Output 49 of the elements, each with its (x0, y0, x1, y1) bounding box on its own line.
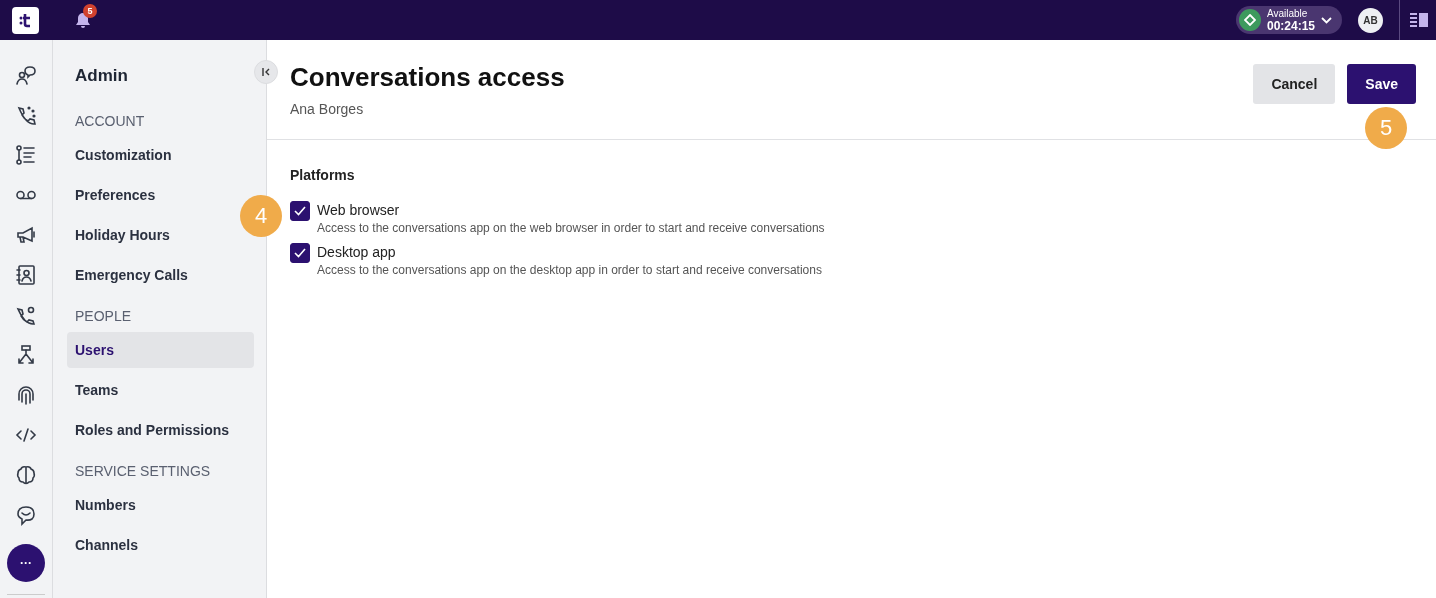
step-marker: 4 (240, 195, 282, 237)
panel-toggle-icon[interactable] (1410, 13, 1428, 27)
person-speech-icon[interactable] (15, 64, 37, 86)
sidebar-title: Admin (74, 66, 129, 86)
save-button[interactable]: Save (1347, 64, 1416, 104)
sidebar-item[interactable]: Channels (67, 527, 146, 563)
sidebar-item[interactable]: Emergency Calls (67, 257, 196, 293)
checkbox[interactable] (290, 243, 310, 263)
collapse-button[interactable] (254, 60, 278, 84)
section-heading: Platforms (290, 167, 356, 183)
section-heading: SERVICE SETTINGS (74, 463, 212, 480)
check-icon (294, 248, 306, 258)
option-description: Access to the conversations app on the desktop app in order to start and receive conversations (317, 263, 822, 277)
logo-icon[interactable] (12, 6, 39, 34)
available-status-icon (1238, 9, 1261, 31)
status-timer: 00:24:15 (1266, 19, 1315, 32)
sidebar-item[interactable]: Users (67, 332, 254, 368)
sidebar-item[interactable]: Preferences (67, 177, 164, 213)
page-title: Conversations access (290, 62, 565, 93)
option-label: Web browser (317, 201, 401, 219)
option-description: Access to the conversations app on the web browser in order to start and receive conversations (317, 221, 825, 235)
user-avatar[interactable]: AB (1358, 7, 1383, 33)
sidebar-item[interactable]: Customization (67, 137, 180, 173)
section-heading: PEOPLE (74, 308, 133, 325)
step-marker: 5 (1365, 107, 1407, 149)
option-label: Desktop app (317, 243, 397, 261)
list-icon[interactable] (15, 144, 37, 166)
status-label: Available (1266, 8, 1309, 19)
sidebar-item[interactable]: Numbers (67, 487, 144, 523)
status-selector[interactable]: Available 00:24:15 (1235, 6, 1342, 34)
flow-icon[interactable] (15, 344, 37, 366)
check-icon (294, 206, 306, 216)
notification-badge: 5 (83, 3, 97, 18)
page-subtitle: Ana Borges (290, 101, 365, 117)
sidebar-item[interactable]: Holiday Hours (67, 217, 178, 253)
sidebar-item[interactable]: Roles and Permissions (67, 412, 238, 448)
section-heading: ACCOUNT (74, 113, 146, 130)
chevron-down-icon (1321, 16, 1332, 24)
brain-icon[interactable] (15, 464, 37, 486)
checkbox[interactable] (290, 201, 310, 221)
cancel-button[interactable]: Cancel (1253, 64, 1336, 104)
fingerprint-icon[interactable] (15, 384, 37, 406)
phone-icon[interactable] (15, 104, 37, 126)
megaphone-icon[interactable] (15, 224, 37, 246)
more-button[interactable]: ··· (7, 544, 45, 582)
sidebar-item[interactable]: Teams (67, 372, 127, 408)
collapse-icon (261, 67, 271, 77)
contact-book-icon[interactable] (15, 264, 37, 286)
chat-icon[interactable] (15, 504, 37, 526)
